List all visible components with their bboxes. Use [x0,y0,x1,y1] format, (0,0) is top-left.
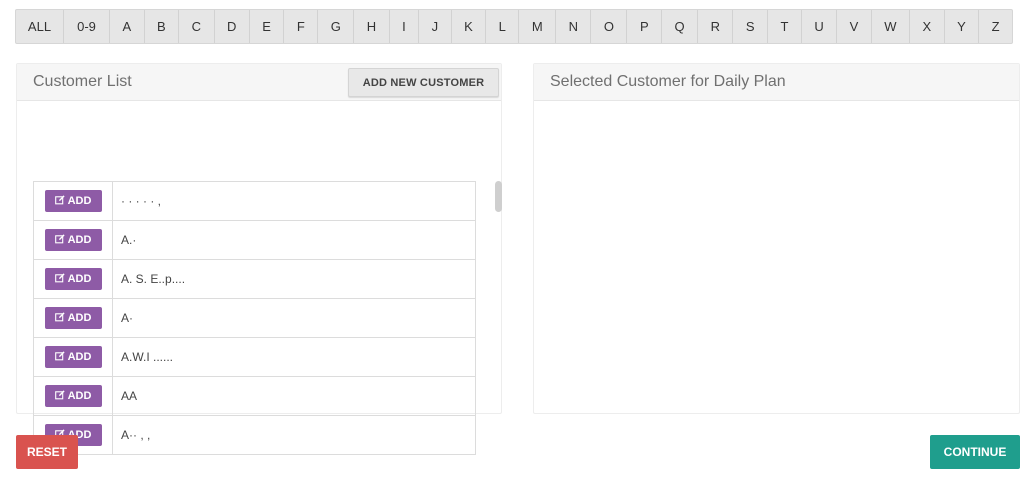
customer-row: ADD A.W.I ...... [34,338,475,377]
customer-row: ADD A· [34,299,475,338]
alpha-filter-q[interactable]: Q [662,10,699,43]
add-customer-button[interactable]: ADD [44,229,102,251]
selected-customer-title: Selected Customer for Daily Plan [550,73,786,90]
customer-name: A.W.I ...... [121,350,174,364]
customer-action-cell: ADD [34,260,113,298]
add-customer-button[interactable]: ADD [44,268,102,290]
alpha-filter-m[interactable]: M [519,10,557,43]
customer-action-cell: ADD [34,338,113,376]
alpha-filter-r[interactable]: R [698,10,734,43]
alpha-filter-h[interactable]: H [354,10,390,43]
customer-name: A· [121,311,133,325]
customer-name: · · · · · , [121,194,161,208]
customer-name: A·· , , [121,428,151,442]
add-customer-button[interactable]: ADD [44,385,102,407]
reset-button[interactable]: RESET [16,435,78,469]
customer-list-header: Customer List ADD NEW CUSTOMER [17,64,501,101]
alpha-filter-k[interactable]: K [452,10,487,43]
customer-list-title: Customer List [33,73,132,90]
alpha-filter-l[interactable]: L [486,10,520,43]
alpha-filter-t[interactable]: T [768,10,802,43]
customer-action-cell: ADD [34,221,113,259]
alpha-filter-d[interactable]: D [215,10,250,43]
customer-action-cell: ADD [34,377,113,415]
customer-name: A. S. E..p.... [121,272,186,286]
alpha-filter-c[interactable]: C [179,10,215,43]
continue-button[interactable]: CONTINUE [930,435,1020,469]
add-button-label: ADD [67,351,92,363]
add-customer-button[interactable]: ADD [44,307,102,329]
alpha-filter-z[interactable]: Z [979,10,1012,43]
alpha-filter-x[interactable]: X [910,10,945,43]
customer-row: ADD · · · · · , [34,182,475,221]
add-customer-button[interactable]: ADD [44,346,102,368]
customer-list-scroll[interactable]: ADD · · · · · , ADD A.· ADD A. S. E..p.... ADD… [33,181,504,462]
edit-icon [54,350,65,364]
customer-name: A.· [121,233,137,247]
alpha-filter-w[interactable]: W [872,10,911,43]
add-button-label: ADD [67,390,92,402]
selected-customer-panel: Selected Customer for Daily Plan [533,63,1020,414]
add-new-customer-button[interactable]: ADD NEW CUSTOMER [348,68,499,97]
alpha-filter-f[interactable]: F [284,10,319,43]
alpha-filter-0-9[interactable]: 0-9 [64,10,110,43]
alpha-filter-e[interactable]: E [250,10,285,43]
selected-customer-header: Selected Customer for Daily Plan [534,64,1019,101]
alpha-filter-u[interactable]: U [802,10,838,43]
customer-row: ADD A. S. E..p.... [34,260,475,299]
add-button-label: ADD [67,273,92,285]
alpha-filter-v[interactable]: V [837,10,872,43]
edit-icon [54,233,65,247]
customer-row: ADD AA [34,377,475,416]
edit-icon [54,311,65,325]
add-button-label: ADD [67,234,92,246]
customer-row: ADD A.· [34,221,475,260]
alpha-filter-p[interactable]: P [627,10,663,43]
customer-action-cell: ADD [34,182,113,220]
scrollbar-thumb[interactable] [495,181,502,212]
alpha-filter-n[interactable]: N [556,10,592,43]
alpha-filter-a[interactable]: A [110,10,145,43]
add-button-label: ADD [67,195,92,207]
edit-icon [54,389,65,403]
alpha-filter-b[interactable]: B [145,10,180,43]
add-customer-button[interactable]: ADD [44,190,102,212]
edit-icon [54,272,65,286]
edit-icon [54,194,65,208]
alpha-filter-o[interactable]: O [591,10,628,43]
customer-name: AA [121,389,138,403]
customer-list: ADD · · · · · , ADD A.· ADD A. S. E..p.... ADD… [33,181,476,455]
alpha-filter-j[interactable]: J [419,10,452,43]
alpha-filter-i[interactable]: I [390,10,420,43]
customer-list-panel: Customer List ADD NEW CUSTOMER ADD · · · … [16,63,502,455]
alpha-filter-y[interactable]: Y [945,10,980,43]
alpha-filter-s[interactable]: S [733,10,769,43]
add-button-label: ADD [67,312,92,324]
customer-action-cell: ADD [34,299,113,337]
alphabet-filter-bar: ALL 0-9 A B C D E F G H I J K L M N O P Q R S T U V W X Y Z [15,9,1013,44]
customer-row: ADD A·· , , [34,416,475,455]
alpha-filter-all[interactable]: ALL [16,10,64,43]
alpha-filter-g[interactable]: G [318,10,355,43]
